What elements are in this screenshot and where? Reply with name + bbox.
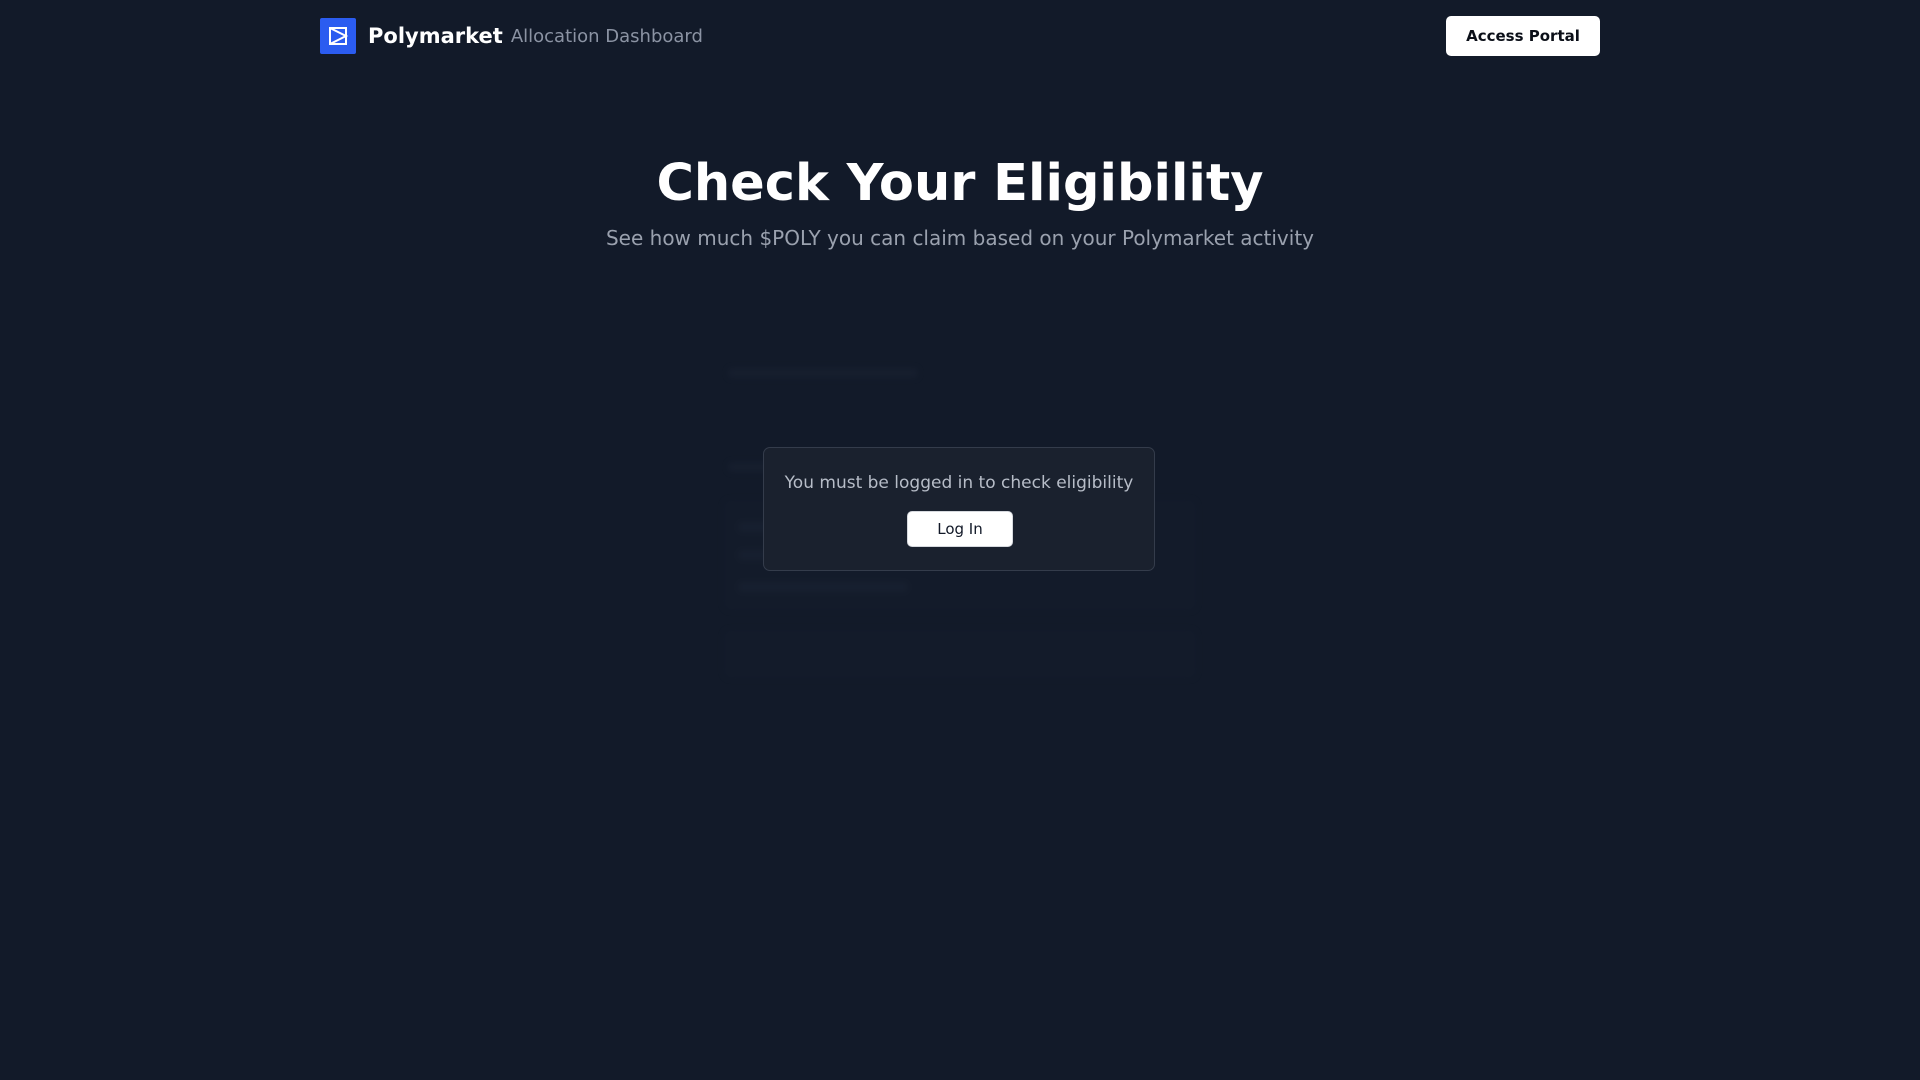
login-required-message: You must be logged in to check eligibili… [784, 473, 1134, 493]
login-required-dialog: You must be logged in to check eligibili… [763, 447, 1155, 571]
brand[interactable]: Polymarket Allocation Dashboard [320, 18, 703, 54]
polymarket-logo-icon [320, 18, 356, 54]
log-in-button[interactable]: Log In [907, 511, 1013, 547]
access-portal-button[interactable]: Access Portal [1446, 16, 1600, 56]
blurred-text-line [738, 582, 908, 592]
brand-name: Polymarket [368, 24, 503, 48]
top-header: Polymarket Allocation Dashboard Access P… [0, 0, 1920, 72]
brand-subtitle: Allocation Dashboard [510, 25, 703, 47]
blurred-text-line [728, 368, 918, 378]
page-subtitle: See how much $POLY you can claim based o… [605, 226, 1315, 250]
page-title: Check Your Eligibility [656, 154, 1264, 213]
polymarket-logo-glyph [329, 27, 349, 45]
page: Polymarket Allocation Dashboard Access P… [0, 0, 1920, 1080]
blurred-check-button [724, 630, 1196, 678]
